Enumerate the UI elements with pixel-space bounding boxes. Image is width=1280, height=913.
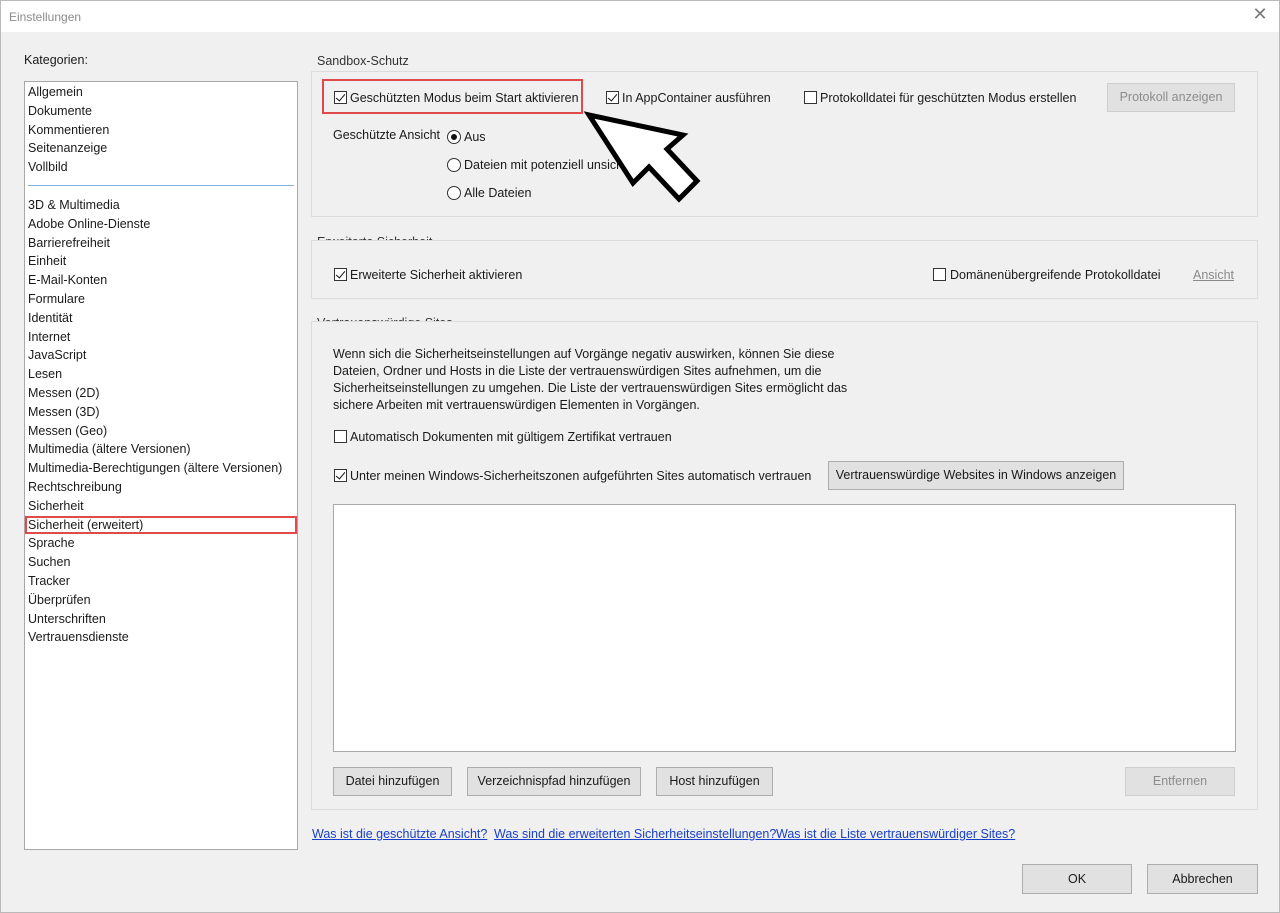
protected-view-off-radio[interactable] [447,130,461,144]
trusted-sites-list[interactable] [333,504,1236,752]
title-bar: Einstellungen ✕ [1,1,1279,32]
auto-cert-checkbox[interactable] [334,430,347,443]
category-item[interactable]: Allgemein [27,83,83,101]
category-item[interactable]: Tracker [27,572,70,590]
cross-domain-label: Domänenübergreifende Protokolldatei [950,268,1161,282]
category-item[interactable]: Multimedia-Berechtigungen (ältere Versio… [27,459,282,477]
category-item[interactable]: Rechtschreibung [27,478,122,496]
add-folder-button[interactable]: Verzeichnispfad hinzufügen [467,767,641,796]
protected-mode-checkbox[interactable] [334,91,347,104]
protected-view-help-link[interactable]: Was ist die geschützte Ansicht? [312,827,487,841]
enhanced-enable-label: Erweiterte Sicherheit aktivieren [350,268,523,282]
category-item[interactable]: Suchen [27,553,70,571]
category-item[interactable]: Dokumente [27,102,92,120]
auto-cert-label: Automatisch Dokumenten mit gültigem Zert… [350,430,672,444]
remove-button[interactable]: Entfernen [1125,767,1235,796]
appcontainer-checkbox[interactable] [606,91,619,104]
trusted-description-line: Dateien, Ordner und Hosts in die Liste d… [333,364,822,378]
trusted-description-line: Sicherheitseinstellungen zu umgehen. Die… [333,381,848,395]
category-item[interactable]: Internet [27,328,70,346]
win-zones-checkbox[interactable] [334,469,347,482]
category-item[interactable]: Vollbild [27,158,68,176]
trusted-description-line: Wenn sich die Sicherheitseinstellungen a… [333,347,835,361]
add-host-button[interactable]: Host hinzufügen [656,767,773,796]
categories-list[interactable]: Allgemein Dokumente Kommentieren Seitenanze… [24,81,298,850]
categories-label: Kategorien: [24,53,88,67]
enhanced-enable-checkbox[interactable] [334,268,347,281]
category-item[interactable]: Messen (2D) [27,384,100,402]
category-item[interactable]: Barrierefreiheit [27,234,110,252]
show-log-button[interactable]: Protokoll anzeigen [1107,83,1235,112]
win-zones-label: Unter meinen Windows-Sicherheitszonen au… [350,469,812,483]
protected-view-label: Geschützte Ansicht [333,128,441,142]
trusted-description-line: sichere Arbeiten mit vertrauenswürdigen … [333,398,700,412]
appcontainer-label: In AppContainer ausführen [622,91,771,105]
cancel-button[interactable]: Abbrechen [1147,864,1258,894]
categories-separator [28,185,294,186]
preferences-dialog: Einstellungen ✕ Kategorien: Allgemein Dok… [0,0,1280,913]
logfile-checkbox[interactable] [804,91,817,104]
category-item[interactable]: JavaScript [27,346,86,364]
protected-view-off-label: Aus [464,130,486,144]
show-windows-sites-button[interactable]: Vertrauenswürdige Websites in Windows an… [828,461,1124,490]
logfile-label: Protokolldatei für geschützten Modus ers… [820,91,1077,105]
category-item[interactable]: Überprüfen [27,591,91,609]
category-item[interactable]: Multimedia (ältere Versionen) [27,440,191,458]
trusted-description: Wenn sich die Sicherheitseinstellungen a… [333,346,848,414]
sandbox-group-title: Sandbox-Schutz [317,54,409,68]
category-item[interactable]: Messen (3D) [27,403,100,421]
trusted-sites-help-link[interactable]: Was ist die Liste vertrauenswürdiger Sit… [776,827,1015,841]
protected-view-unsafe-radio[interactable] [447,158,461,172]
cross-domain-checkbox[interactable] [933,268,946,281]
arrow-pointer-icon [583,111,701,203]
category-item[interactable]: Identität [27,309,72,327]
category-item[interactable]: E-Mail-Konten [27,271,107,289]
cross-domain-view-link[interactable]: Ansicht [1193,268,1234,282]
category-item[interactable]: Vertrauensdienste [27,628,129,646]
window-title: Einstellungen [9,10,82,24]
category-item[interactable]: Kommentieren [27,121,109,139]
category-item[interactable]: 3D & Multimedia [27,196,120,214]
category-item[interactable]: Lesen [27,365,62,383]
enhanced-security-help-link[interactable]: Was sind die erweiterten Sicherheitseins… [494,827,776,841]
category-item[interactable]: Einheit [27,252,66,270]
category-item[interactable]: Sprache [27,534,75,552]
category-item[interactable]: Unterschriften [27,610,106,628]
category-item[interactable]: Messen (Geo) [27,422,107,440]
category-item[interactable]: Sicherheit [27,497,84,515]
ok-button[interactable]: OK [1022,864,1132,894]
category-item[interactable]: Adobe Online-Dienste [27,215,150,233]
category-item[interactable]: Formulare [27,290,85,308]
add-file-button[interactable]: Datei hinzufügen [333,767,452,796]
protected-view-all-radio[interactable] [447,186,461,200]
protected-mode-label: Geschützten Modus beim Start aktivieren [350,91,579,105]
category-item[interactable]: Seitenanzeige [27,139,107,157]
protected-view-all-label: Alle Dateien [464,186,532,200]
close-icon[interactable]: ✕ [1251,6,1269,24]
category-item-selected[interactable]: Sicherheit (erweitert) [25,515,297,534]
